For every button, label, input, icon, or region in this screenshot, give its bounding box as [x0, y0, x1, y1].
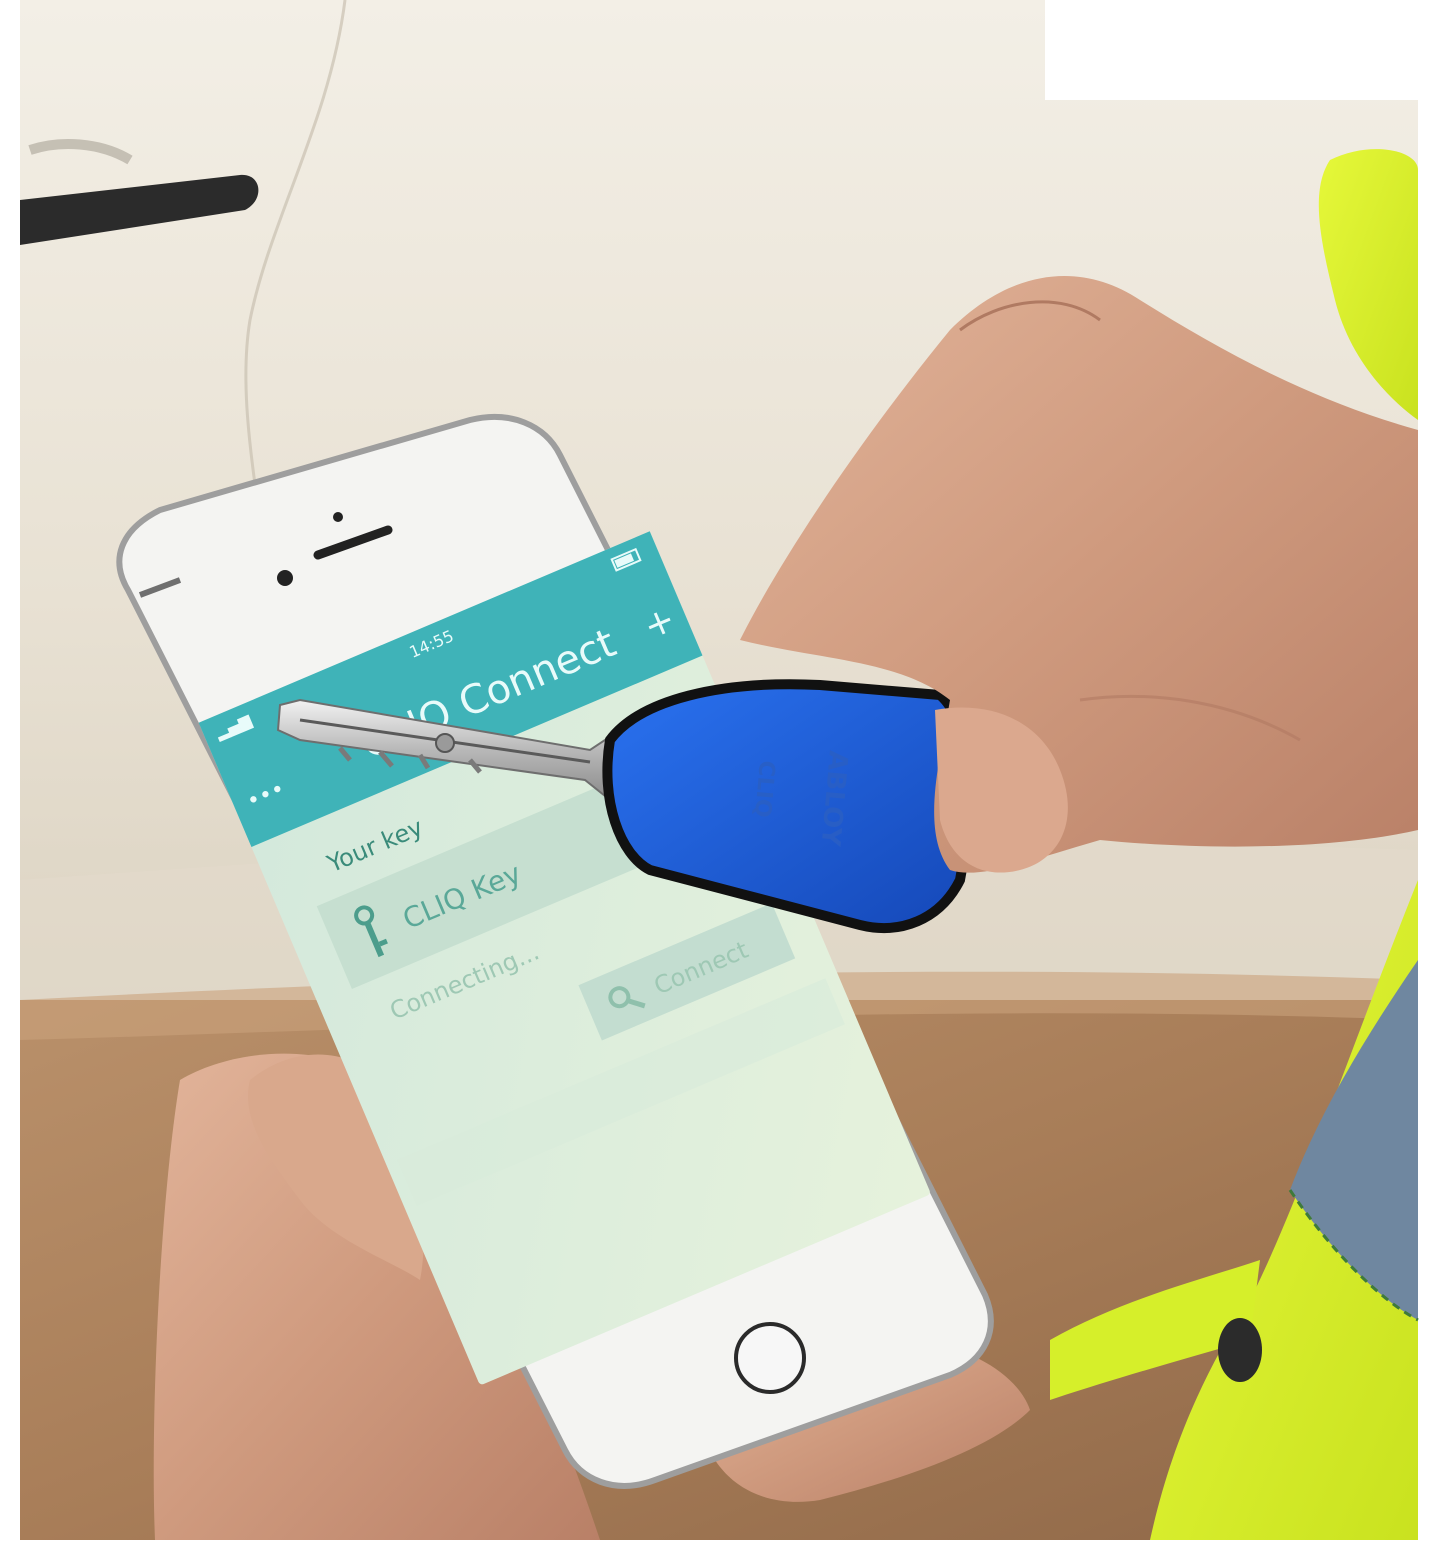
front-camera — [277, 570, 293, 586]
photo-scene: ▂▄▆ 14:55 ••• CLIQ Connect + Your key CL… — [0, 0, 1433, 1542]
home-button[interactable] — [734, 1322, 806, 1394]
fob-model-text: CLIQ — [749, 759, 779, 818]
